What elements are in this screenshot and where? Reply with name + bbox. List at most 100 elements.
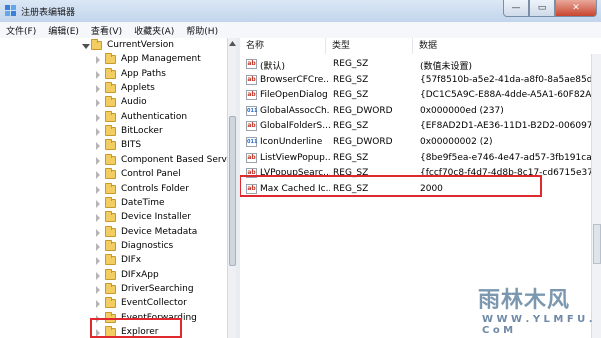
tree-item[interactable]: Controls Folder [0,182,227,197]
expanded-arrow-icon[interactable] [82,44,90,49]
tree-item-label: DIFx [121,255,142,266]
value-row[interactable]: ab GlobalFolderS... REG_SZ {EF8AD2D1-AE36-1… [240,118,601,134]
value-row[interactable]: ab FileOpenDialog REG_SZ {DC1C5A9C-E88A-4dd… [240,87,601,103]
value-name: IconUnderline [260,137,323,147]
tree-item[interactable]: DIFx [0,254,227,268]
column-header-name[interactable]: 名称 [240,38,326,54]
value-type: REG_SZ [333,152,369,163]
tree-item-label: Component Based Servic [121,154,228,165]
collapsed-arrow-icon[interactable] [96,242,100,251]
collapsed-arrow-icon[interactable] [96,228,100,237]
tree-item-label: Control Panel [121,169,181,180]
collapsed-arrow-icon[interactable] [96,99,100,108]
folder-icon [105,268,116,280]
value-name: GlobalAssocCh... [260,105,330,116]
value-data: 0x000000ed (237) [420,105,504,116]
tree-item-label: Authentication [121,111,188,122]
folder-icon [105,82,116,94]
value-type: REG_SZ [333,74,369,85]
collapsed-arrow-icon[interactable] [96,156,100,165]
collapsed-arrow-icon[interactable] [96,128,100,137]
tree-item-label: App Paths [121,68,166,79]
collapsed-arrow-icon[interactable] [96,257,100,266]
collapsed-arrow-icon[interactable] [96,113,100,122]
folder-icon [105,168,116,180]
tree-item[interactable]: Audio [0,96,227,110]
tree-item[interactable]: Diagnostics [0,239,227,254]
tree-item-label: EventCollector [121,298,187,309]
tree-item[interactable]: BITS [0,139,227,153]
minimize-button[interactable]: — [503,0,529,17]
value-name: GlobalFolderS... [260,121,330,132]
value-type: REG_SZ [333,121,369,132]
folder-icon [91,39,102,50]
collapsed-arrow-icon[interactable] [96,85,100,94]
folder-icon [105,53,116,65]
value-type: REG_SZ [333,90,369,101]
tree-item[interactable]: BitLocker [0,125,227,139]
tree-item[interactable]: Authentication [0,110,227,125]
value-name: (默认) [260,62,286,72]
tree-item[interactable]: Applets [0,82,227,96]
tree-item[interactable]: Device Installer [0,211,227,225]
folder-icon [105,254,116,266]
value-row[interactable]: ab ListViewPopup... REG_SZ {8be9f5ea-e746-4… [240,150,601,166]
value-row[interactable]: 011 IconUnderline REG_DWORD 0x00000002 (2) [240,134,601,150]
collapsed-arrow-icon[interactable] [96,214,100,223]
tree-item[interactable]: App Management [0,53,227,67]
close-button[interactable]: ✕ [555,0,597,17]
tree-item[interactable]: EventCollector [0,297,227,311]
folder-icon [105,182,116,194]
folder-icon [105,196,116,208]
folder-icon [105,139,116,151]
tree-item[interactable]: Device Metadata [0,225,227,240]
value-name: ListViewPopup... [260,152,330,163]
menu-favorites[interactable]: 收藏夹(A) [128,22,180,38]
value-data: {DC1C5A9C-E88A-4dde-A5A1-60F82A20AE [420,90,601,101]
menu-file[interactable]: 文件(F) [0,22,42,38]
tree-item-label: Device Installer [121,212,191,223]
tree-item[interactable]: DriverSearching [0,282,227,297]
tree-item[interactable]: App Paths [0,67,227,82]
value-row[interactable]: ab (默认) REG_SZ (数值未设置) [240,56,601,72]
collapsed-arrow-icon[interactable] [96,271,100,280]
highlight-box-value [240,175,542,197]
tree-item[interactable]: DIFxApp [0,268,227,283]
value-data: (数值未设置) [420,62,473,72]
values-scroll-thumb[interactable] [593,224,601,264]
tree-item[interactable]: Component Based Servic [0,153,228,168]
value-row[interactable]: ab BrowserCFCre... REG_SZ {57f8510b-a5e2-41… [240,72,601,88]
tree-item[interactable]: DateTime [0,196,227,211]
collapsed-arrow-icon[interactable] [96,171,100,180]
string-value-icon: ab [246,152,257,163]
menu-help[interactable]: 帮助(H) [180,22,224,38]
value-row[interactable]: 011 GlobalAssocCh... REG_DWORD 0x000000ed (… [240,103,601,119]
collapsed-arrow-icon[interactable] [96,70,100,79]
collapsed-arrow-icon[interactable] [96,185,100,194]
column-header-type[interactable]: 类型 [326,38,413,54]
tree-item-label: DateTime [121,197,165,208]
watermark-brand: 雨林木风 [478,288,571,313]
collapsed-arrow-icon[interactable] [96,285,100,294]
tree-scroll-thumb[interactable] [229,116,236,266]
tree-item[interactable]: CurrentVersion [0,39,227,53]
maximize-button[interactable]: ▭ [529,0,555,17]
tree-item-label: Audio [121,97,147,108]
tree-item[interactable]: Control Panel [0,168,227,182]
collapsed-arrow-icon[interactable] [96,300,100,309]
tree-item-label: DriverSearching [121,283,194,294]
string-value-icon: ab [246,59,257,69]
tree-item-label: BitLocker [121,126,163,137]
tree-item-label: CurrentVersion [107,40,174,50]
folder-icon [105,282,116,294]
regedit-icon [5,5,16,16]
collapsed-arrow-icon[interactable] [96,199,100,208]
column-header-data[interactable]: 数据 [413,38,601,54]
menu-bar: 文件(F) 编辑(E) 查看(V) 收藏夹(A) 帮助(H) [0,22,601,39]
menu-view[interactable]: 查看(V) [85,22,128,38]
collapsed-arrow-icon[interactable] [96,142,100,151]
value-type: REG_SZ [333,59,369,69]
collapsed-arrow-icon[interactable] [96,56,100,65]
registry-tree: CurrentVersion App Management App Paths App… [0,38,228,338]
menu-edit[interactable]: 编辑(E) [42,22,85,38]
